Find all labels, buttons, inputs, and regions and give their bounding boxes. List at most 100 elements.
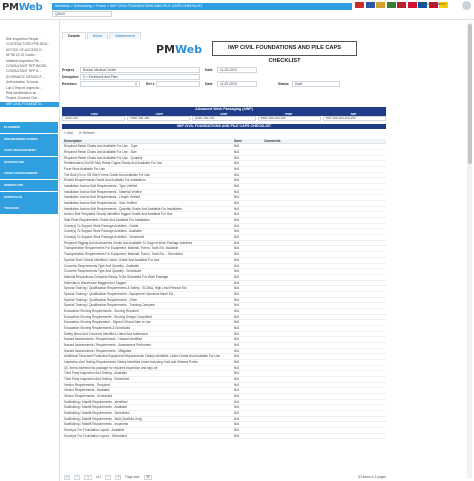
module-scheduling[interactable]: SCHEDULING bbox=[0, 156, 58, 168]
row-comments[interactable] bbox=[262, 184, 386, 189]
row-done[interactable]: N/A bbox=[232, 394, 262, 399]
row-done[interactable]: N/A bbox=[232, 275, 262, 280]
row-comments[interactable] bbox=[262, 275, 386, 280]
awp-field-ewp[interactable]: EWP-100-100 bbox=[192, 116, 256, 121]
prev-page-button[interactable]: ‹ bbox=[74, 474, 80, 480]
scrollbar-thumb[interactable] bbox=[467, 24, 472, 164]
row-done[interactable]: N/A bbox=[232, 184, 262, 189]
row-comments[interactable] bbox=[262, 207, 386, 212]
row-done[interactable]: N/A bbox=[232, 298, 262, 303]
flag-icon[interactable] bbox=[376, 2, 385, 8]
row-done[interactable]: N/A bbox=[232, 258, 262, 263]
next-page-button[interactable]: › bbox=[105, 474, 112, 480]
search-input[interactable]: Q5000 bbox=[52, 11, 112, 17]
row-done[interactable]: N/A bbox=[232, 417, 262, 422]
row-done[interactable]: N/A bbox=[232, 405, 262, 410]
row-done[interactable]: N/A bbox=[232, 167, 262, 172]
row-comments[interactable] bbox=[262, 298, 386, 303]
tab-attachments[interactable]: Attachments bbox=[109, 32, 142, 39]
row-comments[interactable] bbox=[262, 281, 386, 286]
row-done[interactable]: N/A bbox=[232, 218, 262, 223]
row-done[interactable]: N/A bbox=[232, 286, 262, 291]
row-done[interactable]: N/A bbox=[232, 173, 262, 178]
row-done[interactable]: N/A bbox=[232, 383, 262, 388]
row-comments[interactable] bbox=[262, 315, 386, 320]
row-comments[interactable] bbox=[262, 349, 386, 354]
row-done[interactable]: N/A bbox=[232, 281, 262, 286]
flag-icon[interactable] bbox=[397, 2, 406, 8]
row-comments[interactable] bbox=[262, 377, 386, 382]
row-comments[interactable] bbox=[262, 309, 386, 314]
row-done[interactable]: N/A bbox=[232, 337, 262, 342]
col-description[interactable]: Description bbox=[62, 139, 232, 143]
row-comments[interactable] bbox=[262, 422, 386, 427]
row-comments[interactable] bbox=[262, 241, 386, 246]
revision-field[interactable]: 0 bbox=[80, 81, 140, 87]
row-comments[interactable] bbox=[262, 224, 386, 229]
row-done[interactable]: N/A bbox=[232, 411, 262, 416]
row-done[interactable]: N/A bbox=[232, 388, 262, 393]
row-done[interactable]: N/A bbox=[232, 309, 262, 314]
row-done[interactable]: N/A bbox=[232, 332, 262, 337]
row-done[interactable]: N/A bbox=[232, 349, 262, 354]
row-done[interactable]: N/A bbox=[232, 229, 262, 234]
user-name[interactable]: Nadeem Naeem bbox=[420, 2, 445, 6]
flag-icon[interactable] bbox=[407, 2, 417, 8]
row-comments[interactable] bbox=[262, 235, 386, 240]
row-done[interactable]: N/A bbox=[232, 201, 262, 206]
module-asset-management[interactable]: ASSET MANAGEMENT bbox=[0, 168, 58, 180]
row-comments[interactable] bbox=[262, 292, 386, 297]
module-toolbox[interactable]: TOOLBOX bbox=[0, 203, 58, 215]
row-done[interactable]: N/A bbox=[232, 156, 262, 161]
row-done[interactable]: N/A bbox=[232, 264, 262, 269]
col-comments[interactable]: Comments bbox=[262, 139, 386, 143]
row-comments[interactable] bbox=[262, 144, 386, 149]
row-done[interactable]: N/A bbox=[232, 207, 262, 212]
row-comments[interactable] bbox=[262, 394, 386, 399]
row-done[interactable]: N/A bbox=[232, 428, 262, 433]
module-engineering-forms[interactable]: ENGINEERING FORMS bbox=[0, 133, 58, 145]
tree-item[interactable]: IWP CIVIL FOUNDATIO… bbox=[0, 101, 59, 108]
module-workflow[interactable]: WORKFLOW bbox=[0, 179, 58, 191]
row-comments[interactable] bbox=[262, 150, 386, 155]
row-comments[interactable] bbox=[262, 417, 386, 422]
row-comments[interactable] bbox=[262, 371, 386, 376]
breadcrumb[interactable]: Workflow > Scheduling > Forms > IWP CIVI… bbox=[52, 3, 352, 10]
row-comments[interactable] bbox=[262, 229, 386, 234]
row-done[interactable]: N/A bbox=[232, 241, 262, 246]
tab-notes[interactable]: Notes bbox=[86, 32, 109, 39]
first-page-button[interactable]: « bbox=[64, 474, 70, 480]
date-field[interactable]: 11-22-2019 bbox=[217, 67, 257, 73]
row-comments[interactable] bbox=[262, 161, 386, 166]
row-comments[interactable] bbox=[262, 428, 386, 433]
awp-field-cwp[interactable]: CWP-100-100 bbox=[127, 116, 191, 121]
row-comments[interactable] bbox=[262, 320, 386, 325]
col-done[interactable]: Done bbox=[232, 139, 262, 143]
module-planning[interactable]: PLANNING bbox=[0, 122, 58, 133]
page-size-select[interactable]: 50 bbox=[144, 474, 153, 480]
row-comments[interactable] bbox=[262, 343, 386, 348]
row-done[interactable]: N/A bbox=[232, 224, 262, 229]
flag-icon[interactable] bbox=[355, 2, 364, 8]
last-page-button[interactable]: » bbox=[115, 474, 122, 480]
row-comments[interactable] bbox=[262, 173, 386, 178]
row-comments[interactable] bbox=[262, 212, 386, 217]
row-comments[interactable] bbox=[262, 252, 386, 257]
row-done[interactable]: N/A bbox=[232, 360, 262, 365]
date2-field[interactable]: 11-22-2019 bbox=[217, 81, 257, 87]
row-done[interactable]: N/A bbox=[232, 371, 262, 376]
tab-details[interactable]: Details bbox=[62, 32, 86, 39]
discipline-field[interactable]: 0 > Earthwork and Piles bbox=[80, 74, 200, 80]
row-comments[interactable] bbox=[262, 218, 386, 223]
row-comments[interactable] bbox=[262, 383, 386, 388]
row-comments[interactable] bbox=[262, 400, 386, 405]
row-comments[interactable] bbox=[262, 264, 386, 269]
row-done[interactable]: N/A bbox=[232, 326, 262, 331]
row-done[interactable]: N/A bbox=[232, 422, 262, 427]
awp-field-cwa[interactable]: CWA-100 bbox=[62, 116, 126, 121]
row-comments[interactable] bbox=[262, 195, 386, 200]
row-done[interactable]: N/A bbox=[232, 235, 262, 240]
row-comments[interactable] bbox=[262, 332, 386, 337]
row-done[interactable]: N/A bbox=[232, 292, 262, 297]
row-comments[interactable] bbox=[262, 388, 386, 393]
